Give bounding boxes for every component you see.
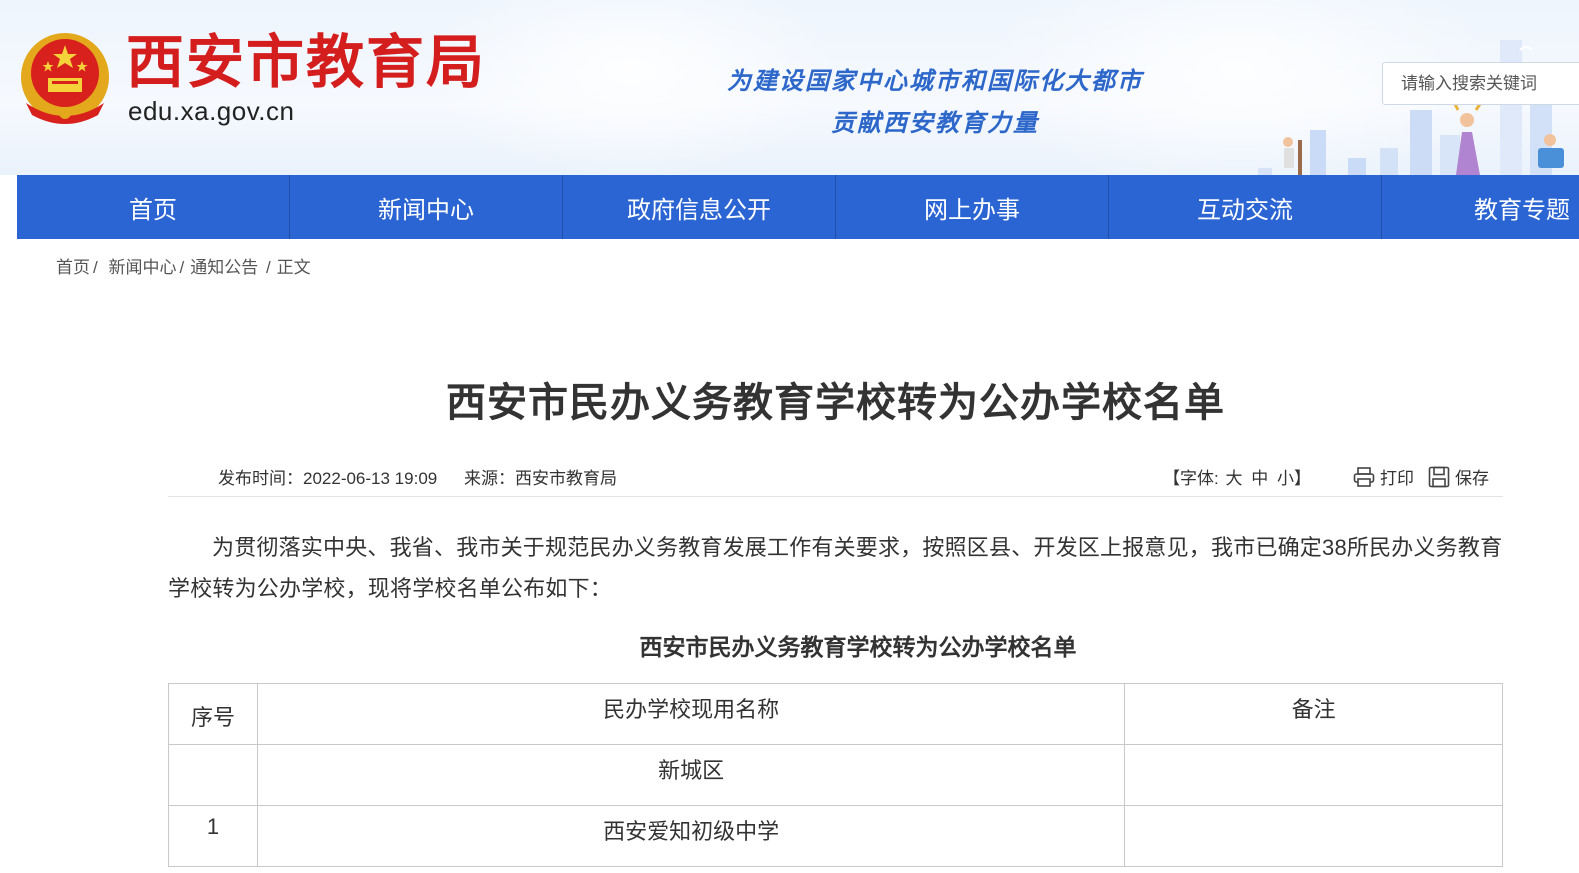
article-meta-info: 发布时间：2022-06-13 19:09 来源：西安市教育局: [218, 464, 617, 489]
table-row: 新城区: [168, 744, 1503, 806]
nav-item-gov-info[interactable]: 政府信息公开: [563, 175, 836, 239]
source-value: 西安市教育局: [514, 469, 617, 488]
font-size-large[interactable]: 大: [1226, 469, 1243, 488]
breadcrumb-separator: /: [179, 258, 185, 277]
table-header-row: 序号 民办学校现用名称 备注: [168, 683, 1503, 745]
print-button[interactable]: 打印: [1353, 464, 1414, 489]
save-icon: [1428, 466, 1450, 487]
table-header-cell: 备注: [1124, 683, 1503, 745]
site-header: 西安市教育局 edu.xa.gov.cn 为建设国家中心城市和国际化大都市 贡献…: [0, 0, 1579, 175]
search-input[interactable]: [1383, 63, 1579, 104]
table-header-cell: 民办学校现用名称: [256, 683, 1126, 745]
breadcrumb-home[interactable]: 首页: [56, 258, 90, 277]
breadcrumb-notices[interactable]: 通知公告: [190, 258, 258, 277]
slogan-line: 贡献西安教育力量: [831, 108, 1039, 137]
source-label: 来源：: [463, 469, 515, 488]
site-title[interactable]: 西安市教育局: [126, 30, 486, 94]
table-row: 1 西安爱知初级中学: [168, 805, 1503, 867]
breadcrumb-news[interactable]: 新闻中心: [108, 258, 176, 277]
header-slogan: 为建设国家中心城市和国际化大都市 贡献西安教育力量: [700, 60, 1170, 144]
printer-icon: [1353, 466, 1375, 487]
table-cell: 新城区: [256, 744, 1126, 806]
nav-item-home[interactable]: 首页: [17, 175, 290, 239]
save-button[interactable]: 保存: [1428, 464, 1489, 489]
print-label: 打印: [1380, 469, 1414, 488]
article-meta: 发布时间：2022-06-13 19:09 来源：西安市教育局 【字体: 大 中…: [168, 460, 1503, 497]
nav-item-education-topics[interactable]: 教育专题: [1382, 175, 1579, 239]
publish-time-label: 发布时间：: [218, 469, 303, 488]
article-paragraph: 为贯彻落实中央、我省、我市关于规范民办义务教育发展工作有关要求，按照区县、开发区…: [168, 535, 1503, 601]
font-size-small[interactable]: 小】: [1277, 469, 1311, 488]
nav-item-online-services[interactable]: 网上办事: [836, 175, 1109, 239]
font-size-label: 【字体:: [1163, 469, 1219, 488]
table-cell: 1: [168, 805, 258, 867]
table-cell: [168, 744, 258, 806]
slogan-line: 为建设国家中心城市和国际化大都市: [727, 66, 1143, 95]
publish-time: 2022-06-13 19:09: [303, 469, 438, 488]
article-tools: 【字体: 大 中 小】 打印 保存: [1163, 464, 1489, 489]
city-skyline-illustration: [1258, 40, 1564, 175]
list-title: 西安市民办义务教育学校转为公办学校名单: [639, 634, 1077, 660]
breadcrumb-separator: /: [265, 258, 271, 277]
article-title: 西安市民办义务教育学校转为公办学校名单: [446, 381, 1225, 425]
breadcrumb-separator: /: [93, 258, 98, 277]
school-list-table: 序号 民办学校现用名称 备注 新城区 1 西安爱知初级中学: [168, 683, 1503, 867]
table-cell: [1124, 805, 1503, 867]
site-url: edu.xa.gov.cn: [128, 96, 295, 126]
main-nav: 首页 新闻中心 政府信息公开 网上办事 互动交流 教育专题: [17, 175, 1579, 239]
save-label: 保存: [1455, 469, 1489, 488]
table-cell: [1124, 744, 1503, 806]
search-box[interactable]: [1382, 62, 1579, 105]
nav-item-news[interactable]: 新闻中心: [290, 175, 563, 239]
nav-item-interaction[interactable]: 互动交流: [1109, 175, 1382, 239]
breadcrumb: 首页 / 新闻中心 / 通知公告 / 正文: [56, 253, 311, 278]
font-size-control: 【字体: 大 中 小】: [1163, 464, 1313, 489]
font-size-medium[interactable]: 中: [1251, 469, 1268, 488]
national-emblem-icon: [21, 33, 109, 124]
table-cell: 西安爱知初级中学: [256, 805, 1126, 867]
breadcrumb-current: 正文: [276, 258, 311, 277]
table-header-cell: 序号: [168, 683, 258, 745]
